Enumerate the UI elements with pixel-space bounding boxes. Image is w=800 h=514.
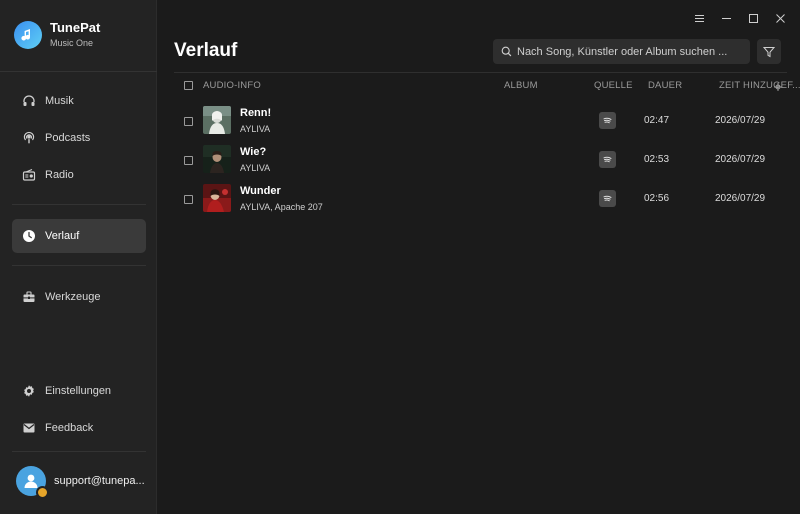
clock-icon [22,229,36,243]
row-checkbox[interactable] [184,117,193,126]
row-checkbox[interactable] [184,156,193,165]
sidebar-item-verlauf[interactable]: Verlauf [12,219,146,253]
minimize-icon[interactable] [721,13,732,24]
search-box[interactable] [493,39,750,64]
track-added: 2026/07/29 [715,154,766,165]
column-settings-icon[interactable] [773,81,783,91]
sidebar-item-radio[interactable]: Radio [12,158,146,192]
app-name: TunePat [50,20,101,35]
filter-icon [763,46,775,57]
sidebar-divider [12,451,146,452]
spotify-icon [599,112,616,129]
row-checkbox[interactable] [184,195,193,204]
sidebar-item-label: Podcasts [45,132,91,144]
spotify-icon [599,190,616,207]
headphones-icon [22,94,36,108]
close-icon[interactable] [775,13,786,24]
toolbox-icon [22,290,36,304]
sidebar-divider [0,71,157,72]
premium-badge-icon [36,486,49,499]
window-controls [694,13,786,24]
track-title: Renn! [240,107,272,119]
sidebar-item-einstellungen[interactable]: Einstellungen [12,374,146,408]
album-cover [203,184,231,212]
album-cover [203,145,231,173]
column-source[interactable]: QUELLE [594,80,633,91]
sidebar-item-label: Werkzeuge [45,291,101,303]
column-duration[interactable]: DAUER [648,80,682,91]
account[interactable]: support@tunepa... [16,466,150,499]
sidebar-item-label: Feedback [45,422,94,434]
track-duration: 02:47 [644,115,670,126]
track-added: 2026/07/29 [715,115,766,126]
track-duration: 02:53 [644,154,670,165]
brand: TunePat Music One [14,20,100,50]
avatar[interactable] [16,466,49,499]
track-duration: 02:56 [644,193,670,204]
column-added[interactable]: ZEIT HINZUGEF... [719,80,800,91]
table-row[interactable]: Renn! AYLIVA 02:47 2026/07/29 [174,106,787,136]
sidebar-item-label: Verlauf [45,230,80,242]
sidebar-item-werkzeuge[interactable]: Werkzeuge [12,280,146,314]
track-artist: AYLIVA [240,163,271,173]
app-subtitle: Music One [50,38,94,48]
filter-button[interactable] [757,39,781,64]
table-header: AUDIO-INFO ALBUM QUELLE DAUER ZEIT HINZU… [174,80,800,94]
table-row[interactable]: Wunder AYLIVA, Apache 207 02:56 2026/07/… [174,184,787,214]
spotify-icon [599,151,616,168]
menu-icon[interactable] [694,13,705,24]
page-title: Verlauf [174,40,238,61]
column-album[interactable]: ALBUM [504,80,538,91]
radio-icon [22,168,36,182]
search-input[interactable] [517,45,742,58]
sidebar-item-musik[interactable]: Musik [12,84,146,118]
sidebar-item-label: Musik [45,95,74,107]
sidebar-item-label: Radio [45,169,74,181]
podcast-icon [22,131,36,145]
account-email: support@tunepa... [54,475,145,487]
app-logo-icon [14,21,42,49]
track-artist: AYLIVA, Apache 207 [240,202,323,212]
main-content: Verlauf AUDIO-INFO ALBUM QUELLE DAUER ZE… [157,0,800,514]
table-row[interactable]: Wie? AYLIVA 02:53 2026/07/29 [174,145,787,175]
track-title: Wunder [240,185,281,197]
sidebar-item-label: Einstellungen [45,385,112,397]
column-audio-info[interactable]: AUDIO-INFO [203,80,261,91]
sidebar-divider [12,265,146,266]
track-added: 2026/07/29 [715,193,766,204]
track-artist: AYLIVA [240,124,271,134]
select-all-checkbox[interactable] [184,81,193,90]
sidebar-item-podcasts[interactable]: Podcasts [12,121,146,155]
sidebar: TunePat Music One Musik Podcasts Radio V… [0,0,157,514]
sidebar-divider [12,204,146,205]
maximize-icon[interactable] [748,13,759,24]
gear-icon [22,384,36,398]
search-icon [501,46,512,57]
album-cover [203,106,231,134]
header-divider [174,72,787,73]
app-window: TunePat Music One Musik Podcasts Radio V… [0,0,800,514]
mail-icon [22,421,36,435]
sidebar-item-feedback[interactable]: Feedback [12,411,146,445]
track-title: Wie? [240,146,267,158]
